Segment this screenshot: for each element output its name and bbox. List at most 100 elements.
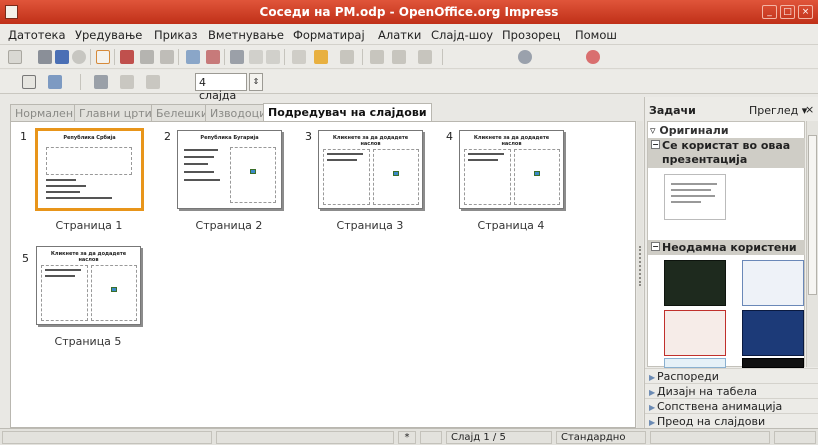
menu-file[interactable]: Датотека (8, 28, 66, 42)
select-pointer-icon[interactable] (22, 75, 36, 89)
slide-number: 3 (305, 130, 312, 143)
cut-icon[interactable] (230, 50, 244, 64)
zoom-icon[interactable] (518, 50, 532, 64)
scrollbar-thumb[interactable] (808, 135, 817, 295)
tab-normal[interactable]: Нормален (10, 104, 79, 121)
collapse-icon[interactable]: − (651, 140, 660, 149)
slide-sorter-area: 1 Република Србија Страница 1 2 Републик… (10, 121, 636, 428)
table-design-section[interactable]: ▶ Дизајн на табела (645, 383, 818, 398)
master-pages-header[interactable]: ▿ Оригинали (650, 124, 729, 137)
copy-icon[interactable] (249, 50, 263, 64)
slide-thumbnail-1[interactable]: Република Србија (35, 128, 144, 211)
edit-file-icon[interactable] (96, 50, 110, 64)
hide-slide-icon[interactable] (146, 75, 160, 89)
slide-thumb-title: Кликнете за да додадете наслов (473, 135, 550, 147)
autospell-icon[interactable] (206, 50, 220, 64)
task-pane-scrollbar[interactable] (806, 121, 818, 367)
minimize-button[interactable]: _ (762, 5, 777, 19)
spellcheck-icon[interactable] (186, 50, 200, 64)
separator (362, 49, 363, 65)
close-window-button[interactable]: × (798, 5, 813, 19)
menu-view[interactable]: Приказ (154, 28, 198, 42)
print-icon[interactable] (140, 50, 154, 64)
tab-handout[interactable]: Изводоци (205, 104, 272, 121)
bullet-line (184, 156, 214, 158)
redo-icon[interactable] (340, 50, 354, 64)
zoom-slider-cell[interactable] (650, 431, 770, 444)
used-in-presentation-section[interactable]: − Се користат во оваа презентација (648, 138, 805, 168)
tab-slide-sorter[interactable]: Подредувач на слајдови (263, 103, 432, 121)
master-thumbnail[interactable] (742, 358, 804, 368)
maximize-button[interactable]: □ (780, 5, 795, 19)
slide-show-icon[interactable] (94, 75, 108, 89)
show-draw-functions-icon[interactable] (418, 50, 432, 64)
menu-insert[interactable]: Вметнување (208, 28, 284, 42)
print-preview-icon[interactable] (160, 50, 174, 64)
menu-tools[interactable]: Алатки (378, 28, 421, 42)
slides-per-row-input[interactable]: 4 слајда (195, 73, 247, 102)
bullet-line (46, 179, 76, 181)
bullet-line (45, 269, 81, 271)
paste-icon[interactable] (266, 50, 280, 64)
custom-animation-label: Сопствена анимација (657, 400, 783, 413)
custom-animation-link: ▶ Сопствена анимација (649, 400, 782, 413)
document-modified-indicator[interactable]: * (398, 431, 416, 444)
layouts-section[interactable]: ▶ Распореди (645, 368, 818, 383)
status-info-cell (2, 431, 212, 444)
menu-help[interactable]: Помош (575, 28, 617, 42)
master-thumbnail[interactable] (742, 310, 804, 356)
new-document-icon[interactable] (8, 50, 22, 64)
master-thumbnail[interactable] (664, 310, 726, 356)
menu-slideshow[interactable]: Слајд-шоу (431, 28, 493, 42)
slide-transition-icon[interactable] (120, 75, 134, 89)
zoom-pan-icon[interactable] (48, 75, 62, 89)
save-icon[interactable] (55, 50, 69, 64)
slide-thumb-title: Кликнете за да додадете наслов (332, 135, 409, 147)
slide-caption: Страница 4 (477, 219, 545, 232)
recently-used-section[interactable]: − Неодамна користени (648, 240, 805, 255)
bullet-line (46, 197, 112, 199)
undo-icon[interactable] (314, 50, 328, 64)
master-thumbnail[interactable] (664, 358, 726, 368)
email-icon[interactable] (72, 50, 86, 64)
slide-image-placeholder (373, 149, 419, 205)
slides-per-row-spinner[interactable]: ⇕ (249, 73, 263, 91)
master-default-thumbnail[interactable] (664, 174, 726, 220)
master-thumbnail[interactable] (664, 260, 726, 306)
tab-notes[interactable]: Белешки (151, 104, 213, 121)
separator (442, 49, 443, 65)
slide-caption: Страница 3 (336, 219, 404, 232)
table-icon[interactable] (392, 50, 406, 64)
close-pane-icon[interactable]: × (805, 103, 814, 116)
view-menu-button[interactable]: Преглед ▾ (749, 104, 807, 117)
chart-icon[interactable] (370, 50, 384, 64)
export-pdf-icon[interactable] (120, 50, 134, 64)
master-thumbnail[interactable] (742, 260, 804, 306)
slide-number: 4 (446, 130, 453, 143)
master-pages-label: Оригинали (659, 124, 729, 137)
tab-outline[interactable]: Главни црти (74, 104, 157, 121)
slide-transition-section[interactable]: ▶ Преод на слајдови (645, 413, 818, 428)
recent-section-label: Неодамна користени (662, 241, 797, 254)
help-icon[interactable] (586, 50, 600, 64)
slide-thumbnail-2[interactable]: Република Бугарија (177, 130, 282, 209)
pane-splitter[interactable] (637, 121, 643, 428)
window-title: Соседи на РМ.odp - OpenOffice.org Impres… (259, 5, 559, 19)
menu-window[interactable]: Прозорец (502, 28, 560, 42)
slide-transition-link: ▶ Преод на слајдови (649, 415, 765, 428)
clone-formatting-icon[interactable] (292, 50, 306, 64)
separator (80, 74, 81, 90)
slide-thumbnail-5[interactable]: Кликнете за да додадете наслов (36, 246, 141, 325)
slide-thumbnail-4[interactable]: Кликнете за да додадете наслов (459, 130, 564, 209)
slide-number: 5 (22, 252, 29, 265)
custom-animation-section[interactable]: ▶ Сопствена анимација (645, 398, 818, 413)
bullet-line (184, 163, 208, 165)
slide-caption: Страница 5 (54, 335, 122, 348)
menu-format[interactable]: Форматирај (293, 28, 365, 42)
menu-edit[interactable]: Уредување (75, 28, 142, 42)
collapse-icon[interactable]: − (651, 242, 660, 251)
open-folder-icon[interactable] (38, 50, 52, 64)
slide-thumbnail-3[interactable]: Кликнете за да додадете наслов (318, 130, 423, 209)
bullet-line (327, 159, 357, 161)
zoom-percent-cell[interactable] (774, 431, 816, 444)
